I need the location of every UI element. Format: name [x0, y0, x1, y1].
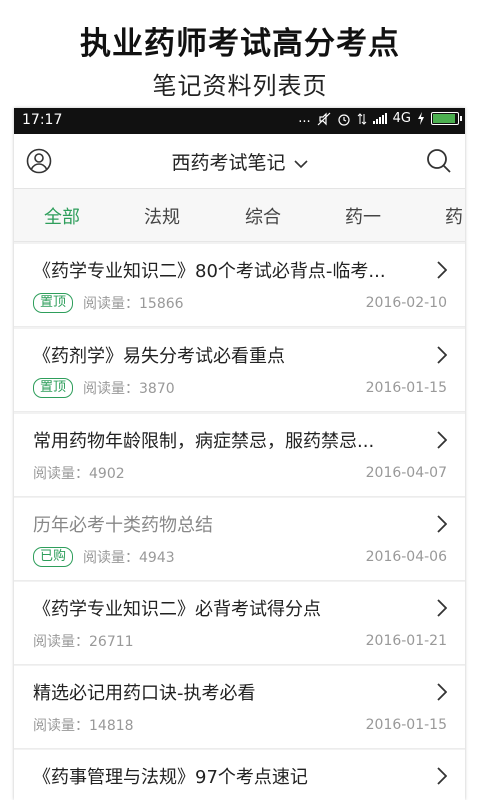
tab-regulations[interactable]: 法规 — [144, 203, 180, 229]
note-title: 历年必考十类药物总结 — [33, 515, 213, 536]
note-date: 2016-02-10 — [365, 295, 447, 311]
chevron-right-icon — [437, 683, 447, 701]
pinned-badge: 置顶 — [33, 293, 74, 313]
list-item[interactable]: 常用药物年龄限制，病症禁忌，服药禁忌... 阅读量：4902 2016-04-0… — [14, 414, 465, 497]
data-transfer-icon — [357, 112, 366, 125]
list-item[interactable]: 精选必记用药口诀-执考必看 阅读量：14818 2016-01-15 — [14, 666, 465, 749]
chevron-right-icon — [437, 767, 447, 785]
list-item[interactable]: 《药学专业知识二》80个考试必背点-临考... 置顶 阅读量：15866 201… — [14, 244, 465, 327]
read-count: 阅读量：4902 — [33, 466, 125, 482]
page-title: 西药考试笔记 — [171, 152, 286, 174]
note-title: 《药剂学》易失分考试必看重点 — [33, 346, 285, 367]
note-meta: 置顶 阅读量：15866 — [33, 293, 184, 313]
read-count: 阅读量：15866 — [83, 296, 184, 312]
note-date: 2016-04-06 — [365, 549, 447, 565]
divider — [14, 411, 465, 412]
read-count: 阅读量：14818 — [33, 718, 134, 734]
note-date: 2016-01-21 — [365, 633, 447, 649]
app-bar: 西药考试笔记 — [14, 134, 465, 189]
tab-pharmacy-one[interactable]: 药一 — [345, 203, 381, 229]
note-date: 2016-01-15 — [365, 380, 447, 396]
divider — [14, 496, 465, 497]
note-date: 2016-04-07 — [365, 465, 447, 481]
promo-title: 执业药师考试高分考点 — [80, 26, 400, 62]
read-count: 阅读量：3870 — [83, 381, 175, 397]
phone-screen: 17:17 ... 4G 西药考试笔记 全部 法规 综合 药一 药 《药学专业知… — [14, 108, 465, 800]
category-tabs: 全部 法规 综合 药一 药 — [14, 189, 465, 242]
divider — [14, 580, 465, 581]
mute-icon — [317, 112, 331, 125]
tab-pharmacy-more[interactable]: 药 — [445, 203, 463, 229]
list-item[interactable]: 《药剂学》易失分考试必看重点 置顶 阅读量：3870 2016-01-15 — [14, 329, 465, 412]
chevron-right-icon — [437, 261, 447, 279]
signal-icon — [372, 113, 387, 124]
note-meta: 阅读量：26711 — [33, 631, 134, 651]
pinned-badge: 置顶 — [33, 378, 74, 398]
read-count: 阅读量：4943 — [83, 550, 175, 566]
note-meta: 置顶 阅读量：3870 — [33, 378, 175, 398]
chevron-right-icon — [437, 515, 447, 533]
tab-all[interactable]: 全部 — [44, 203, 80, 229]
divider — [14, 664, 465, 665]
note-meta: 阅读量：4902 — [33, 463, 125, 483]
category-selector[interactable]: 西药考试笔记 — [14, 148, 465, 175]
purchased-badge: 已购 — [33, 547, 74, 567]
alarm-icon — [338, 113, 350, 126]
status-time: 17:17 — [22, 112, 63, 128]
note-title: 《药事管理与法规》97个考点速记 — [33, 767, 308, 788]
network-type: 4G — [392, 111, 411, 126]
note-meta: 阅读量：14818 — [33, 715, 134, 735]
chevron-right-icon — [437, 346, 447, 364]
note-title: 《药学专业知识二》80个考试必背点-临考... — [33, 261, 386, 282]
search-icon[interactable] — [425, 147, 453, 175]
divider — [14, 326, 465, 327]
notification-dots: ... — [298, 111, 311, 126]
tab-comprehensive[interactable]: 综合 — [245, 203, 281, 229]
list-item[interactable]: 《药事管理与法规》97个考点速记 — [14, 750, 465, 800]
note-title: 《药学专业知识二》必背考试得分点 — [33, 599, 321, 620]
read-count: 阅读量：26711 — [33, 634, 134, 650]
chevron-right-icon — [437, 599, 447, 617]
note-title: 常用药物年龄限制，病症禁忌，服药禁忌... — [33, 431, 375, 452]
list-item[interactable]: 《药学专业知识二》必背考试得分点 阅读量：26711 2016-01-21 — [14, 582, 465, 665]
note-date: 2016-01-15 — [365, 717, 447, 733]
status-icons: ... 4G — [298, 111, 462, 126]
promo-subtitle: 笔记资料列表页 — [152, 72, 328, 100]
note-meta: 已购 阅读量：4943 — [33, 547, 175, 567]
status-bar: 17:17 ... 4G — [14, 108, 465, 134]
chevron-right-icon — [437, 431, 447, 449]
charging-icon — [418, 112, 424, 125]
note-title: 精选必记用药口诀-执考必看 — [33, 683, 256, 704]
chevron-down-icon — [293, 159, 308, 168]
divider — [14, 748, 465, 749]
list-item[interactable]: 历年必考十类药物总结 已购 阅读量：4943 2016-04-06 — [14, 498, 465, 581]
promo-banner: 执业药师考试高分考点 笔记资料列表页 — [0, 0, 480, 108]
battery-icon — [431, 112, 462, 125]
